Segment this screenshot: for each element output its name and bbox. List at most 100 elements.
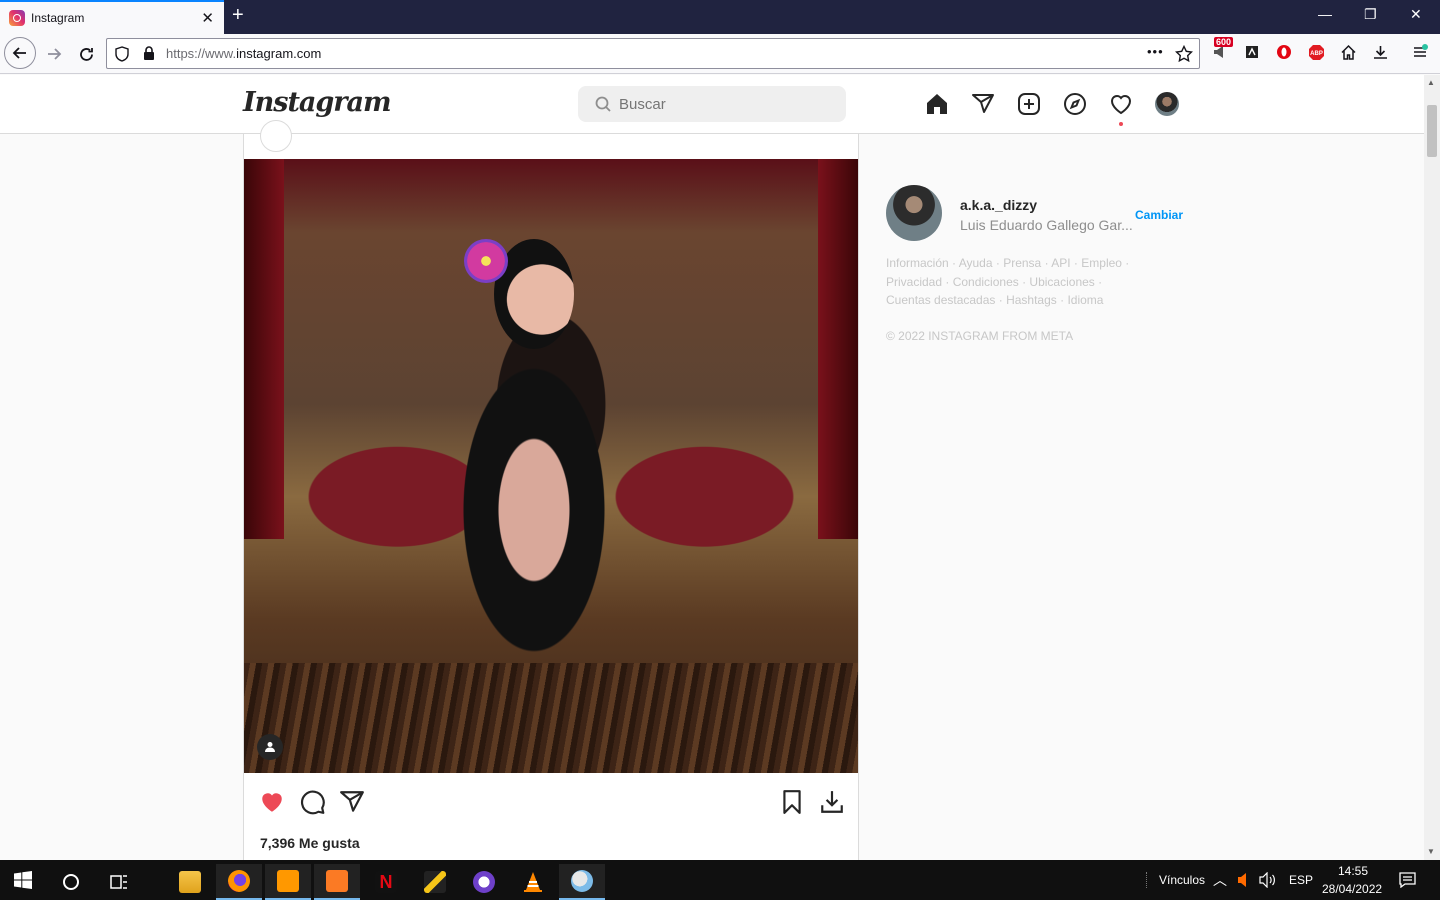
input-language[interactable]: ESP [1289,873,1313,887]
taskbar-app-lightning[interactable] [412,864,458,900]
url-domain: instagram.com [236,46,322,61]
close-window-button[interactable]: ✕ [1410,6,1422,23]
post-author-avatar[interactable] [260,120,292,152]
instagram-header: Instagram [0,75,1424,134]
windows-taskbar: N Vínculos ︿ ESP 14:55 28/04/2022 [0,860,1440,900]
reload-button[interactable] [72,40,100,68]
search-box[interactable] [578,86,846,122]
lightning-app-icon [424,871,446,893]
search-icon [595,96,611,112]
explore-compass-icon[interactable] [1063,92,1087,116]
new-tab-button[interactable]: + [232,4,244,27]
footer-link[interactable]: Hashtags [1006,293,1057,307]
taskbar-firefox[interactable] [216,864,262,900]
share-icon[interactable] [339,789,365,815]
back-button[interactable] [4,37,36,69]
taskbar-sublime-text[interactable] [265,864,311,900]
page-actions-icon[interactable]: ••• [1147,44,1164,59]
taskbar-file-explorer[interactable] [167,864,213,900]
action-center-icon[interactable] [1399,872,1416,888]
page-scrollbar[interactable]: ▲ ▼ [1424,75,1440,860]
clock-date[interactable]: 28/04/2022 [1322,882,1382,896]
taskbar-vlc[interactable] [510,864,556,900]
home-icon[interactable] [1339,43,1357,61]
like-heart-filled-icon[interactable] [259,789,285,815]
footer-link[interactable]: Condiciones [953,275,1019,289]
bookmark-star-icon[interactable] [1175,45,1193,63]
restore-button[interactable]: ❐ [1364,6,1377,23]
copyright: © 2022 INSTAGRAM FROM META [886,329,1074,343]
like-count[interactable]: 7,396 Me gusta [260,835,360,851]
taskbar-xampp[interactable] [314,864,360,900]
sublime-text-icon [277,870,299,892]
vlc-cone-icon [524,872,542,892]
profile-avatar[interactable] [1155,92,1179,116]
footer-link[interactable]: Ayuda [959,256,993,270]
save-bookmark-icon[interactable] [779,789,805,815]
lock-icon[interactable] [143,46,155,61]
shield-icon[interactable] [115,46,129,62]
switch-account-link[interactable]: Cambiar [1135,208,1183,222]
taskbar-netflix[interactable]: N [363,864,409,900]
instagram-favicon-icon [9,10,25,26]
netflix-icon: N [375,871,397,893]
downloads-icon[interactable] [1371,43,1389,61]
tab-instagram[interactable]: Instagram ✕ [0,0,224,34]
footer-link[interactable]: API [1051,256,1070,270]
volume-icon[interactable] [1259,872,1277,888]
instagram-page: Instagram Buscar 7,396 Me gusta a.k.a._d… [0,75,1424,860]
comment-icon[interactable] [300,789,326,815]
task-view-icon [110,875,127,889]
footer-link[interactable]: Prensa [1003,256,1041,270]
task-view-button[interactable] [96,864,142,900]
extension-stamp-icon[interactable] [1243,43,1261,61]
home-icon[interactable] [925,92,949,116]
links-toolbar-label[interactable]: Vínculos [1159,873,1205,887]
direct-message-icon[interactable] [971,92,995,116]
cortana-circle-icon [63,874,79,890]
tray-app-icon[interactable] [1236,872,1248,888]
footer-link[interactable]: Idioma [1067,293,1103,307]
footer-link[interactable]: Empleo [1081,256,1122,270]
footer-link[interactable]: Ubicaciones [1029,275,1094,289]
menu-hamburger-icon[interactable] [1411,43,1429,61]
taskbar-paint-app[interactable] [559,864,605,900]
windows-logo-icon [14,871,32,889]
opera-o-icon[interactable] [1275,43,1293,61]
start-button[interactable] [0,860,46,900]
tab-close-icon[interactable]: ✕ [201,9,214,27]
scroll-down-icon[interactable]: ▼ [1427,847,1435,856]
cortana-button[interactable] [48,864,94,900]
post-image[interactable] [244,159,858,773]
scroll-up-icon[interactable]: ▲ [1427,78,1435,87]
xampp-icon [326,870,348,892]
download-icon[interactable] [819,789,845,815]
minimize-button[interactable]: — [1318,6,1332,22]
footer-link[interactable]: Privacidad [886,275,942,289]
current-username[interactable]: a.k.a._dizzy [960,197,1037,213]
current-user-avatar[interactable] [886,185,942,241]
reload-icon [79,47,93,61]
post-actions [244,789,858,821]
tab-title: Instagram [31,11,85,25]
url-bar[interactable]: https://www.instagram.com ••• [106,38,1200,69]
url-text[interactable]: https://www.instagram.com [166,46,321,61]
adblock-plus-icon[interactable]: ABP [1307,43,1325,61]
instagram-logo[interactable]: Instagram [243,87,392,118]
tray-expand-icon[interactable]: ︿ [1213,870,1227,890]
footer-link[interactable]: Información [886,256,949,270]
new-post-icon[interactable] [1017,92,1041,116]
scroll-thumb[interactable] [1427,105,1437,157]
browser-navigation-bar: https://www.instagram.com ••• 600 ABP [0,34,1440,74]
search-input[interactable] [619,95,839,113]
clock-time[interactable]: 14:55 [1338,864,1368,878]
notification-dot [1119,122,1123,126]
firefox-icon [228,870,250,892]
activity-heart-icon[interactable] [1109,92,1133,116]
folder-icon [179,871,201,893]
footer-link[interactable]: Cuentas destacadas [886,293,995,307]
taskbar-github-desktop[interactable] [461,864,507,900]
user-tag-icon[interactable] [257,734,283,760]
forward-button[interactable] [40,40,68,68]
extension-megaphone-icon[interactable]: 600 [1211,37,1234,61]
